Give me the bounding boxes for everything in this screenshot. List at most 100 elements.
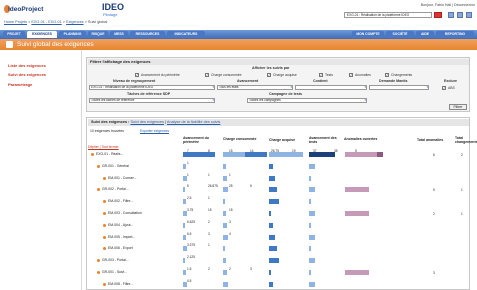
nav-tab-aide[interactable]: AIDE <box>416 31 434 38</box>
sidebar-item-suivi-exigences[interactable]: Suivi des exigences <box>8 72 46 77</box>
home-icon[interactable] <box>466 12 472 18</box>
niveau-label: Niveau de regroupement <box>113 79 156 83</box>
progress-bar <box>345 211 369 216</box>
nav-tab-mon-compte[interactable]: MON COMPTE <box>352 31 384 38</box>
nav-tab-societe[interactable]: SOCIÉTÉ <box>386 31 414 38</box>
user-line[interactable]: Bonjour, Fabio Hall | Déconnexion <box>332 3 475 7</box>
bar-value: 5 <box>355 149 357 153</box>
tree-toggle-icon[interactable] <box>97 164 100 168</box>
project-go-button[interactable] <box>434 12 442 18</box>
results-tabs: Suivi des exigences : Suivi des exigence… <box>88 119 469 126</box>
tree-toggle-icon[interactable] <box>103 176 106 180</box>
checkbox-anomalies[interactable]: ✓ <box>349 73 353 77</box>
bar-value: 2.125 <box>187 255 195 260</box>
nav-tab-planning[interactable]: PLANNING <box>59 31 86 38</box>
tree-toggle-icon[interactable] <box>91 153 94 156</box>
progress-bar <box>223 270 227 275</box>
progress-bar <box>223 258 226 264</box>
tab-suivi-exigences[interactable]: Suivi des exigences <box>130 120 164 124</box>
breadcrumb-item-project[interactable]: EXG-01 - EXG-01 <box>31 20 61 24</box>
help-icon[interactable] <box>448 12 454 18</box>
checkbox-tests[interactable]: ✓ <box>319 73 323 77</box>
bar-value: 26.75 <box>271 149 279 153</box>
niveau-select[interactable]: EXG-01 : Réalisation de la plateforme ID… <box>89 85 215 90</box>
taches-select[interactable]: Toutes les tâches de référence <box>89 98 215 103</box>
breadcrumb-item-home[interactable]: Home Projets <box>4 20 27 24</box>
breadcrumb-item-exigences[interactable]: Exigences <box>66 20 84 24</box>
tree-toggle-icon[interactable] <box>103 247 106 251</box>
contient-input[interactable] <box>295 85 367 90</box>
avancement-select[interactable]: Tous les états <box>217 85 293 90</box>
table-row-label[interactable]: EM-004 - Ajout... <box>108 223 133 227</box>
nav-tab-risque[interactable]: RISQUE <box>88 31 108 38</box>
filter-button[interactable]: Filtrer <box>449 104 467 110</box>
table-row-label[interactable]: GR-003 - Portai... <box>102 258 129 262</box>
tab-analyse-fiabilite[interactable]: Analyse de la fiabilité des suivis <box>167 120 220 124</box>
table-row-label[interactable]: GR-001 - Suivi... <box>102 270 127 274</box>
nav-tab-exigences[interactable]: EXIGENCES <box>27 31 57 38</box>
progress-bar <box>345 270 369 275</box>
progress-bar <box>223 175 227 181</box>
progress-bar <box>269 246 277 252</box>
bar-value: 14 <box>250 149 254 153</box>
total-changements-cell: 1 <box>461 188 463 193</box>
table-row-label[interactable]: EXG-01 - Réalis... <box>96 152 123 156</box>
table-row-label[interactable]: EM-006 - Export <box>108 246 133 250</box>
nav-tab-indicateurs[interactable]: INDICATEURS <box>167 31 205 38</box>
bar-value: 8 <box>208 149 210 153</box>
nav-tab-mess[interactable]: MESS <box>110 31 128 38</box>
ideo-pilotage-subtitle: Pilotage <box>103 12 118 17</box>
table-row-label[interactable]: EM-003 - Consultation <box>108 211 142 215</box>
exclure-abs-checkbox[interactable]: ✓ <box>442 86 446 90</box>
checkbox-avancement[interactable]: ✓ <box>135 73 139 77</box>
nav-tab-reporting[interactable]: REPORTING <box>436 31 474 38</box>
filter-title: Filtrer l'affichage des exigences <box>88 59 469 65</box>
tree-toggle-icon[interactable] <box>103 200 106 204</box>
nav-tab-projet[interactable]: PROJET <box>3 31 25 38</box>
project-select[interactable]: EXG-01 : Réalisation de la plateforme ID… <box>344 12 432 18</box>
table-row-label[interactable]: GR-001 - Général <box>102 164 129 168</box>
tree-toggle-icon[interactable] <box>97 271 100 274</box>
progress-bar <box>223 211 226 216</box>
checkbox-charge-acquise[interactable]: ✓ <box>267 73 271 77</box>
col-anomalies-ouvertes: Anomalies ouvertes <box>344 137 378 141</box>
checkbox-charge-consommee[interactable]: ✓ <box>205 73 209 77</box>
progress-bar <box>269 211 271 216</box>
tree-toggle-icon[interactable] <box>103 212 106 215</box>
tree-toggle-icon[interactable] <box>103 235 106 239</box>
table-row-label[interactable]: EM-005 - Import... <box>108 235 135 239</box>
print-icon[interactable] <box>457 12 463 18</box>
chart-icon <box>6 41 13 48</box>
expand-collapse-link[interactable]: Déplier | Tout fermer <box>88 145 119 149</box>
table-row-label[interactable]: EM-008 - Filtre... <box>108 282 133 286</box>
avancement-label: Avancement <box>237 79 259 83</box>
nav-tab-ressources[interactable]: RESSOURCES <box>130 31 165 38</box>
bar-value: 1 <box>187 172 189 177</box>
bar-value: 7 <box>187 149 189 153</box>
progress-bar <box>269 163 273 169</box>
checkbox-changements[interactable]: ✓ <box>385 73 389 77</box>
export-link[interactable]: Exporter exigences <box>140 129 169 133</box>
table-row-label[interactable]: GR-002 - Portai... <box>102 187 129 191</box>
sidebar-item-liste-exigences[interactable]: Liste des exigences <box>8 63 46 68</box>
campagne-select[interactable]: Toutes les campagnes <box>247 98 367 103</box>
sidebar-item-parametrage[interactable]: Paramétrage <box>8 82 32 87</box>
bar-value: 1 <box>208 243 210 248</box>
exclure-label: Exclure <box>444 79 457 83</box>
tree-toggle-icon[interactable] <box>103 223 106 227</box>
tree-toggle-icon[interactable] <box>103 282 106 286</box>
progress-bar <box>183 270 186 275</box>
progress-bar <box>223 199 225 205</box>
progress-bar <box>223 222 227 228</box>
tree-toggle-icon[interactable] <box>97 259 100 263</box>
progress-bar <box>223 246 225 252</box>
bar-value: 1 <box>187 160 189 165</box>
progress-bar <box>183 258 185 264</box>
table-row-label[interactable]: EM-001 - Conser... <box>108 176 136 180</box>
tree-toggle-icon[interactable] <box>97 188 100 192</box>
progress-bar <box>183 187 185 193</box>
ideoproject-logo[interactable]: IdeoProject <box>4 4 50 17</box>
progress-bar <box>269 234 275 240</box>
table-row-label[interactable]: EM-002 - Filtre... <box>108 199 133 203</box>
demande-mantis-input[interactable] <box>369 85 429 90</box>
